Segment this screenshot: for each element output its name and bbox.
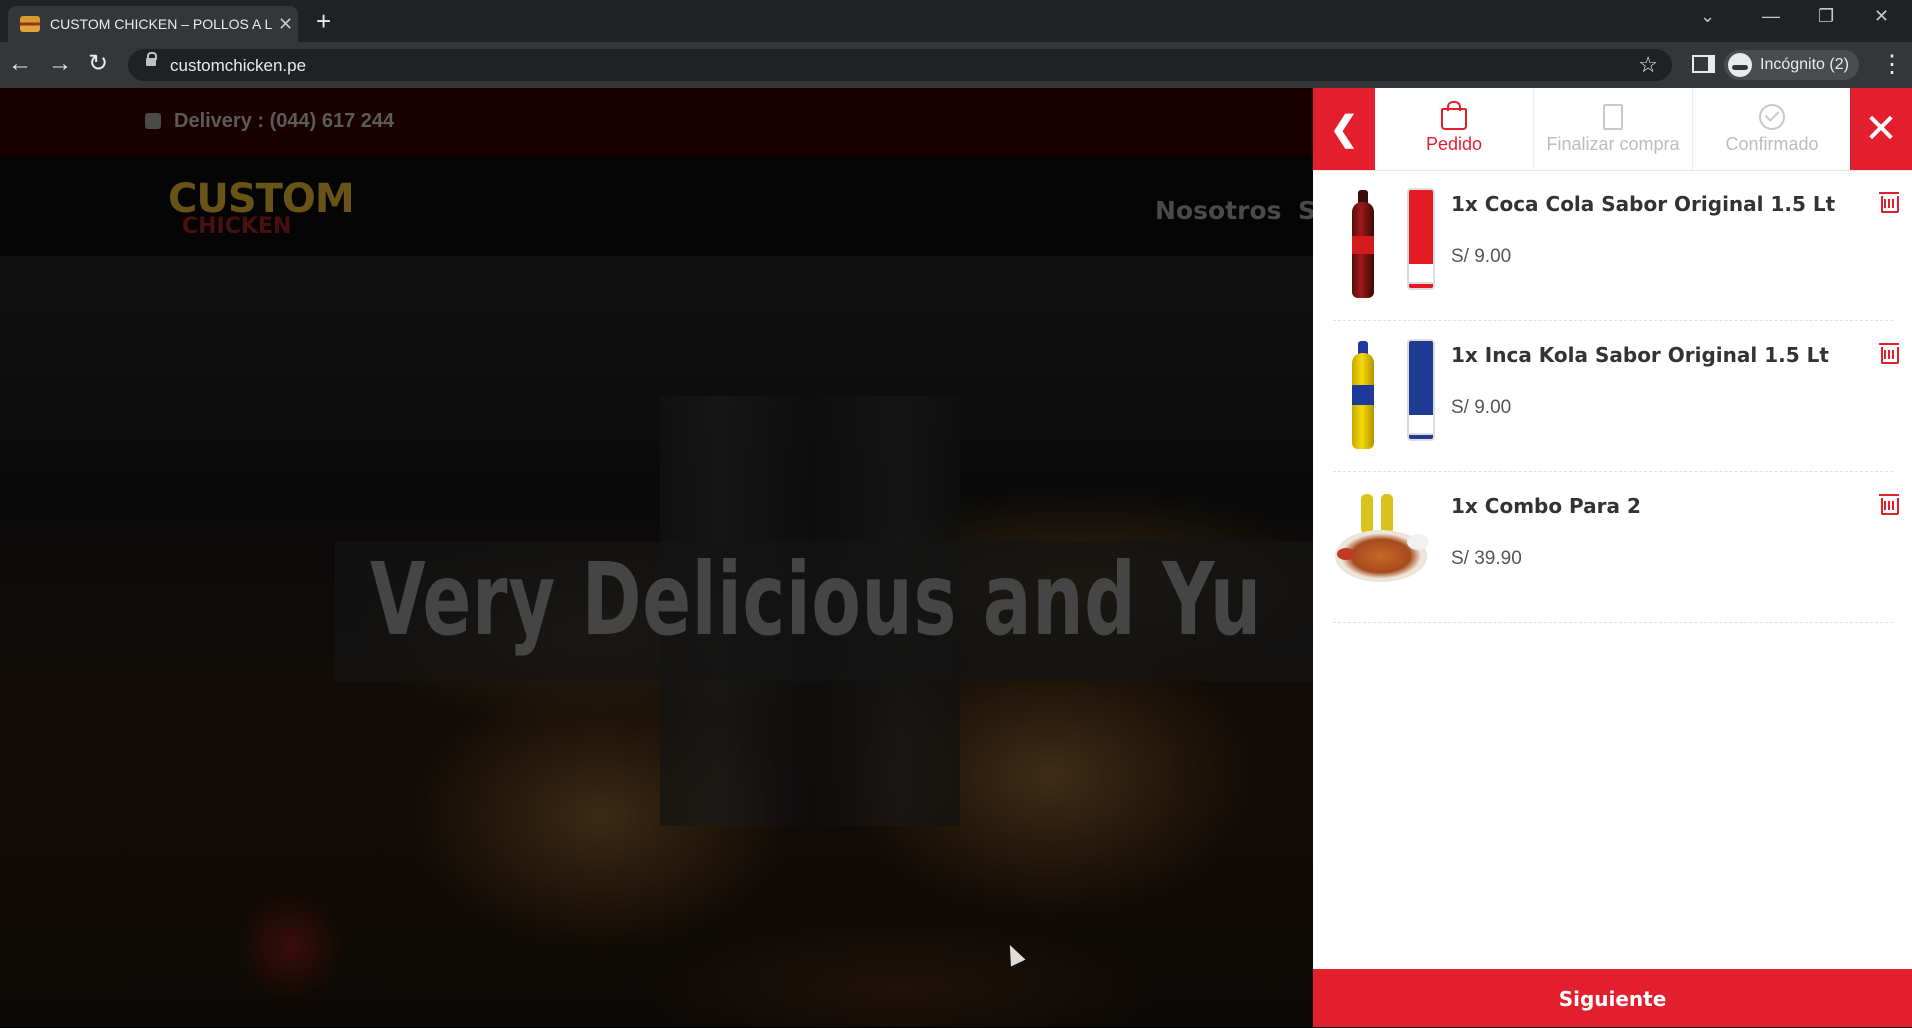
trash-icon[interactable] (1879, 192, 1899, 213)
browser-tab[interactable]: CUSTOM CHICKEN – POLLOS A L ✕ (8, 6, 298, 42)
cart-item: 1x Combo Para 2 S/ 39.90 (1333, 472, 1899, 623)
incognito-icon (1728, 53, 1752, 77)
tab-title: CUSTOM CHICKEN – POLLOS A L (50, 16, 272, 32)
checkout-steps: ❮ Pedido Finalizar compra Confirmado ✕ (1313, 88, 1912, 171)
nav-link-partial[interactable]: S (1298, 196, 1313, 225)
forward-arrow-icon[interactable]: → (48, 50, 72, 78)
cart-items: 1x Coca Cola Sabor Original 1.5 Lt S/ 9.… (1333, 170, 1899, 623)
bookmark-star-icon[interactable]: ☆ (1638, 52, 1658, 78)
tab-search-chevron-icon[interactable]: ⌄ (1700, 6, 1715, 27)
cart-item: 1x Coca Cola Sabor Original 1.5 Lt S/ 9.… (1333, 170, 1899, 321)
incognito-label: Incógnito (2) (1760, 56, 1849, 73)
trash-icon[interactable] (1879, 343, 1899, 364)
new-tab-button[interactable]: + (316, 6, 331, 37)
browser-toolbar: ← → ↻ customchicken.pe ☆ Incógnito (2) ⋮ (0, 42, 1912, 88)
step-label: Finalizar compra (1546, 134, 1680, 154)
step-confirmado[interactable]: Confirmado (1693, 88, 1852, 170)
address-bar[interactable]: customchicken.pe ☆ (128, 49, 1672, 81)
cart-panel: ❮ Pedido Finalizar compra Confirmado ✕ 1… (1313, 88, 1912, 1027)
inca-kola-image (1333, 339, 1435, 449)
step-pedido[interactable]: Pedido (1375, 88, 1534, 170)
back-arrow-icon[interactable]: ← (8, 50, 32, 78)
incognito-profile-button[interactable]: Incógnito (2) (1724, 50, 1859, 80)
cart-close-button[interactable]: ✕ (1850, 88, 1912, 170)
delivery-phone: Delivery : (044) 617 244 (174, 110, 395, 132)
combo-plate-image (1333, 490, 1433, 590)
window-close-button[interactable]: ✕ (1874, 6, 1889, 27)
cart-back-button[interactable]: ❮ (1313, 88, 1375, 170)
minimize-button[interactable]: — (1762, 6, 1780, 27)
site-logo-bottom[interactable]: CHICKEN (182, 214, 291, 239)
mouse-cursor-icon (1002, 941, 1026, 967)
item-price: S/ 9.00 (1451, 397, 1512, 418)
document-icon (1534, 102, 1692, 130)
coca-cola-image (1333, 188, 1435, 298)
restore-button[interactable]: ❐ (1818, 6, 1834, 27)
item-name: 1x Inca Kola Sabor Original 1.5 Lt (1451, 343, 1829, 367)
bag-icon (1375, 101, 1533, 130)
side-panel-icon[interactable] (1692, 55, 1715, 73)
site-header: CUSTOM CHICKEN Nosotros S (0, 156, 1313, 256)
site-top-bar: Delivery : (044) 617 244 (0, 88, 1313, 156)
burger-favicon-icon (20, 16, 40, 32)
step-label: Confirmado (1725, 134, 1819, 154)
reload-icon[interactable]: ↻ (88, 50, 108, 78)
trash-icon[interactable] (1879, 494, 1899, 515)
next-button[interactable]: Siguiente (1313, 969, 1912, 1027)
browser-menu-icon[interactable]: ⋮ (1880, 50, 1904, 79)
item-name: 1x Combo Para 2 (1451, 494, 1641, 518)
phone-icon (145, 113, 161, 129)
browser-tab-strip: CUSTOM CHICKEN – POLLOS A L ✕ + ⌄ — ❐ ✕ (0, 0, 1912, 42)
website-background: Delivery : (044) 617 244 CUSTOM CHICKEN … (0, 88, 1313, 1027)
lock-icon (146, 52, 157, 66)
check-circle-icon (1693, 102, 1851, 130)
cart-item: 1x Inca Kola Sabor Original 1.5 Lt S/ 9.… (1333, 321, 1899, 472)
hero-title: Very Delicious and Yu (370, 541, 1262, 658)
url-text[interactable]: customchicken.pe (170, 56, 306, 76)
item-price: S/ 9.00 (1451, 246, 1512, 267)
tab-close-icon[interactable]: ✕ (278, 14, 293, 35)
item-name: 1x Coca Cola Sabor Original 1.5 Lt (1451, 192, 1836, 216)
nav-link-nosotros[interactable]: Nosotros (1155, 196, 1282, 225)
step-label: Pedido (1425, 134, 1483, 154)
hero-banner: Very Delicious and Yu (0, 256, 1313, 1027)
item-price: S/ 39.90 (1451, 548, 1522, 569)
step-finalizar-compra[interactable]: Finalizar compra (1534, 88, 1693, 170)
